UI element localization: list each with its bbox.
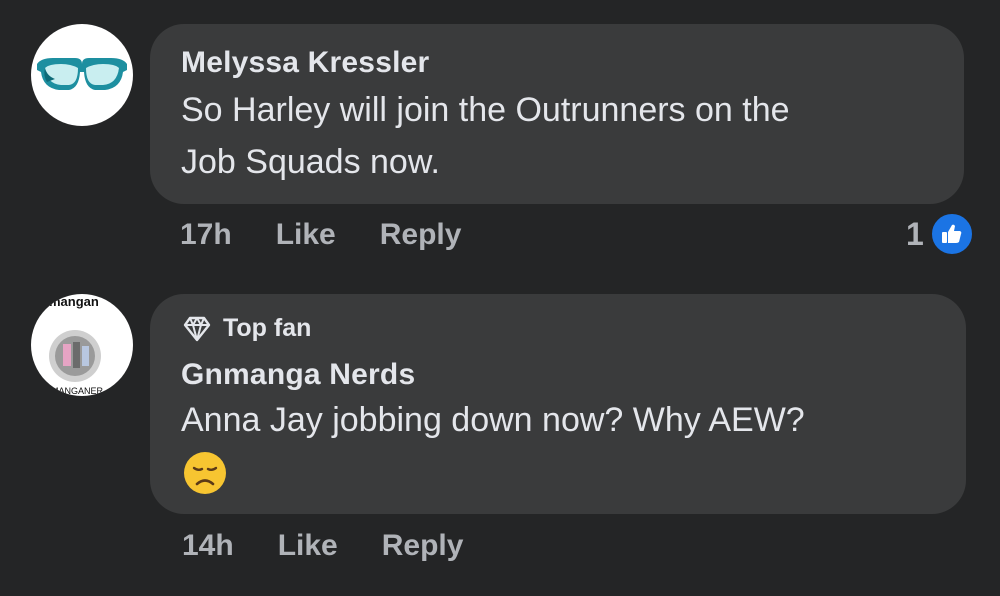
page-logo-icon: mangan MANGANER: [49, 294, 104, 396]
avatar-logo-text: mangan: [49, 294, 99, 309]
like-button[interactable]: Like: [276, 218, 336, 252]
avatar[interactable]: mangan MANGANER: [31, 294, 133, 396]
reply-button[interactable]: Reply: [380, 218, 462, 252]
comments-section: Melyssa Kressler So Harley will join the…: [0, 0, 1000, 596]
top-fan-badge[interactable]: Top fan: [181, 314, 311, 343]
comment-author[interactable]: Gnmanga Nerds: [181, 358, 415, 392]
reply-button[interactable]: Reply: [382, 529, 464, 563]
avatar[interactable]: [31, 24, 133, 126]
comment-text-line: Job Squads now.: [181, 143, 440, 181]
reaction-summary[interactable]: 1: [906, 212, 974, 256]
diamond-icon: [183, 316, 211, 341]
comment-actions: 17h Like Reply: [180, 218, 461, 252]
comment-text-line: So Harley will join the Outrunners on th…: [181, 91, 790, 129]
avatar-logo-subtext: MANGANER: [51, 386, 104, 396]
reaction-count: 1: [906, 215, 924, 252]
comment-timestamp[interactable]: 14h: [182, 529, 234, 563]
comment-bubble: Melyssa Kressler So Harley will join the…: [150, 24, 964, 204]
badge-label: Top fan: [223, 314, 312, 342]
like-button[interactable]: Like: [278, 529, 338, 563]
disappointed-face-icon: [184, 452, 226, 494]
comment-bubble: Top fan Gnmanga Nerds Anna Jay jobbing d…: [150, 294, 966, 514]
comment-text: Anna Jay jobbing down now? Why AEW?: [181, 394, 805, 446]
eyeglasses-icon: [37, 58, 127, 90]
comment-timestamp[interactable]: 17h: [180, 218, 232, 252]
comment-text: So Harley will join the Outrunners on th…: [181, 84, 790, 188]
comment-actions: 14h Like Reply: [182, 529, 463, 563]
thumbs-up-icon: [929, 212, 974, 256]
comment-text-line: Anna Jay jobbing down now? Why AEW?: [181, 401, 805, 439]
comment-author[interactable]: Melyssa Kressler: [181, 46, 429, 80]
